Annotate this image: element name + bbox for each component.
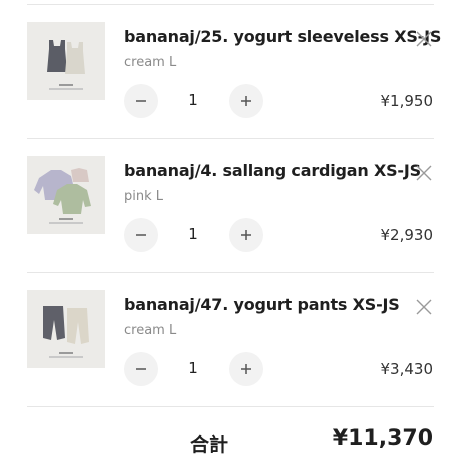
- close-icon: [416, 31, 432, 47]
- product-title[interactable]: bananaj/4. sallang cardigan XS-JS: [124, 161, 421, 180]
- plus-icon: [241, 364, 251, 374]
- remove-item-button[interactable]: [414, 297, 434, 317]
- remove-item-button[interactable]: [414, 29, 434, 49]
- cart: bananaj/25. yogurt sleeveless XS-JS crea…: [0, 0, 460, 460]
- close-icon: [416, 299, 432, 315]
- quantity-value: 1: [188, 359, 198, 377]
- image-label-mark: [49, 222, 83, 224]
- minus-icon: [136, 100, 146, 102]
- decrease-quantity-button[interactable]: [124, 218, 158, 252]
- image-label-mark: [59, 84, 73, 86]
- product-image[interactable]: [27, 290, 105, 368]
- close-icon: [416, 165, 432, 181]
- product-title[interactable]: bananaj/47. yogurt pants XS-JS: [124, 295, 400, 314]
- cart-item: bananaj/25. yogurt sleeveless XS-JS crea…: [0, 5, 460, 139]
- quantity-value: 1: [188, 225, 198, 243]
- product-variant: pink L: [124, 189, 164, 204]
- total-label: 合計: [190, 434, 229, 456]
- product-variant: cream L: [124, 55, 177, 70]
- remove-item-button[interactable]: [414, 163, 434, 183]
- increase-quantity-button[interactable]: [229, 218, 263, 252]
- plus-icon: [241, 96, 251, 106]
- product-image[interactable]: [27, 22, 105, 100]
- item-price: ¥3,430: [380, 360, 434, 378]
- total-amount: ¥11,370: [332, 426, 433, 451]
- product-variant: cream L: [124, 323, 177, 338]
- cart-item: bananaj/4. sallang cardigan XS-JS pink L…: [0, 139, 460, 273]
- increase-quantity-button[interactable]: [229, 352, 263, 386]
- minus-icon: [136, 368, 146, 370]
- cart-item: bananaj/47. yogurt pants XS-JS cream L 1…: [0, 273, 460, 407]
- minus-icon: [136, 234, 146, 236]
- image-label-mark: [49, 88, 83, 90]
- quantity-value: 1: [188, 91, 198, 109]
- increase-quantity-button[interactable]: [229, 84, 263, 118]
- image-label-mark: [49, 356, 83, 358]
- plus-icon: [241, 230, 251, 240]
- divider: [27, 406, 434, 407]
- decrease-quantity-button[interactable]: [124, 352, 158, 386]
- decrease-quantity-button[interactable]: [124, 84, 158, 118]
- image-label-mark: [59, 218, 73, 220]
- product-title[interactable]: bananaj/25. yogurt sleeveless XS-JS: [124, 27, 441, 46]
- product-image[interactable]: [27, 156, 105, 234]
- image-label-mark: [59, 352, 73, 354]
- item-price: ¥1,950: [380, 92, 434, 110]
- item-price: ¥2,930: [380, 226, 434, 244]
